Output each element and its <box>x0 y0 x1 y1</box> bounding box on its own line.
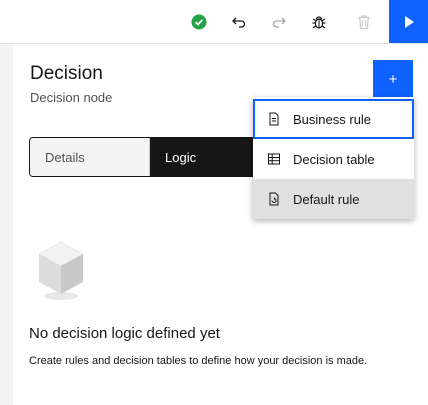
delete-button[interactable] <box>344 0 384 44</box>
menu-item-label: Decision table <box>293 151 375 167</box>
redo-button[interactable] <box>259 0 299 44</box>
tab-logic-label: Logic <box>165 149 197 165</box>
debug-icon <box>312 16 326 29</box>
page-title: Decision <box>30 63 103 84</box>
empty-state-description: Create rules and decision tables to defi… <box>29 355 368 367</box>
menu-item-business-rule[interactable]: Business rule <box>253 99 414 139</box>
page-subtitle: Decision node <box>30 90 113 105</box>
decision-panel: Decision Decision node + Details Logic N… <box>13 44 428 405</box>
menu-item-label: Default rule <box>293 191 360 207</box>
check-circle-icon <box>191 14 207 30</box>
table-icon <box>267 152 281 166</box>
trash-icon <box>358 15 370 30</box>
document-refresh-icon <box>267 192 281 206</box>
cube-illustration <box>38 241 84 300</box>
debug-button[interactable] <box>299 0 339 44</box>
app-root: Decision Decision node + Details Logic N… <box>0 0 428 405</box>
add-icon: + <box>388 70 398 88</box>
add-logic-button[interactable]: + <box>373 60 413 98</box>
content-switcher: Details Logic <box>29 137 265 177</box>
empty-state-title: No decision logic defined yet <box>29 325 220 342</box>
redo-icon <box>272 17 286 28</box>
left-gutter <box>0 44 13 405</box>
menu-item-label: Business rule <box>293 111 372 127</box>
toolbar <box>0 0 428 44</box>
run-button[interactable] <box>389 0 428 43</box>
menu-item-default-rule[interactable]: Default rule <box>253 179 414 219</box>
tab-logic[interactable]: Logic <box>150 138 264 176</box>
play-icon <box>404 15 414 28</box>
validation-status-button[interactable] <box>179 0 219 44</box>
undo-icon <box>232 17 246 28</box>
add-logic-menu: Business rule Decision table Default rul… <box>253 97 414 219</box>
document-icon <box>267 112 281 126</box>
undo-button[interactable] <box>219 0 259 44</box>
tab-details-label: Details <box>45 149 85 165</box>
menu-item-decision-table[interactable]: Decision table <box>253 139 414 179</box>
tab-details[interactable]: Details <box>30 138 150 176</box>
